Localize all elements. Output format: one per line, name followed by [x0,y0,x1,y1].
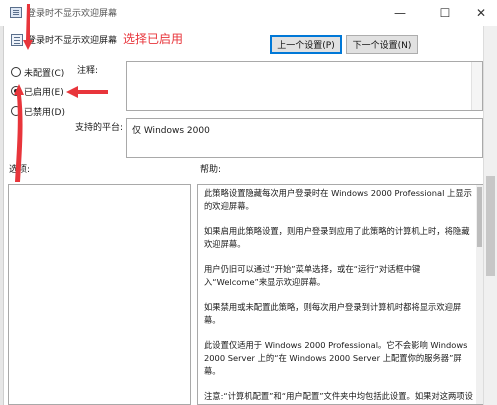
supported-platform-label: 支持的平台: [75,123,124,133]
comment-scrollbar[interactable] [471,62,482,110]
annotation-arrow-down [23,4,33,50]
options-pane [8,184,191,405]
window-title: 登录时不显示欢迎屏幕 [27,9,118,19]
annotation-arrow-up [14,84,24,182]
outer-scroll-thumb[interactable] [486,176,495,276]
minimize-button[interactable]: — [385,3,415,23]
help-paragraph: 注意:“计算机配置”和“用户配置”文件夹中均包括此设置。如果对这两项设置都进行了… [204,391,473,401]
maximize-button[interactable]: ☐ [430,3,460,23]
help-paragraph: 此策略设置隐藏每次用户登录时在 Windows 2000 Professiona… [204,188,472,211]
previous-setting-button[interactable]: 上一个设置(P) [270,35,342,54]
annotation-text: 选择已启用 [123,32,184,46]
help-pane: 此策略设置隐藏每次用户登录时在 Windows 2000 Professiona… [197,184,483,405]
help-scrollbar[interactable] [476,185,483,404]
help-paragraph: 此设置仅适用于 Windows 2000 Professional。它不会影响 … [204,340,468,376]
help-label: 帮助: [200,165,222,175]
close-button[interactable]: ✕ [466,3,496,23]
next-setting-button[interactable]: 下一个设置(N) [346,35,418,54]
policy-icon [10,7,22,18]
outer-scrollbar[interactable] [483,26,497,405]
comment-textarea[interactable] [126,61,483,111]
supported-platform-value: 仅 Windows 2000 [132,126,210,136]
setting-name: 登录时不显示欢迎屏幕 [27,36,118,46]
supported-platform-box: 仅 Windows 2000 [126,118,483,158]
comment-label: 注释: [77,66,99,76]
annotation-arrow-left [66,86,108,98]
help-paragraph: 用户仍旧可以通过“开始”菜单选择，或在“运行”对话框中键入“Welcome”来显… [204,264,421,287]
help-paragraph: 如果禁用或未配置此策略，则每次用户登录到计算机时都将显示欢迎屏幕。 [204,302,462,325]
help-paragraph: 如果启用此策略设置，则用户登录到应用了此策略的计算机上时，将隐藏欢迎屏幕。 [204,226,470,249]
help-scroll-thumb[interactable] [477,187,482,247]
